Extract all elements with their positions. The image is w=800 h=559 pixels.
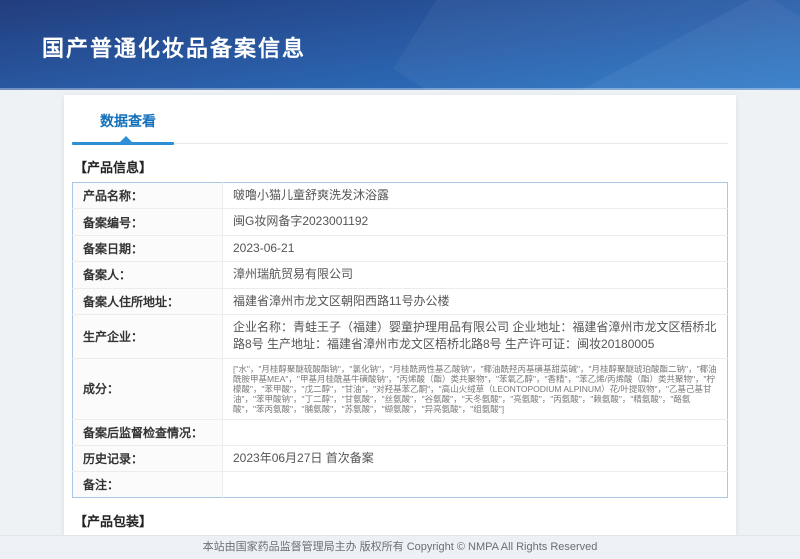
row-label: 备案日期： xyxy=(73,235,223,261)
row-label: 备案后监督检查情况： xyxy=(73,419,223,445)
row-label: 备案编号： xyxy=(73,209,223,235)
active-tab-underline xyxy=(72,142,174,145)
table-row-filer-address: 备案人住所地址： 福建省漳州市龙文区朝阳西路11号办公楼 xyxy=(73,288,728,314)
tab-data-view[interactable]: 数据查看 xyxy=(100,111,156,131)
row-label: 产品名称： xyxy=(73,183,223,209)
row-label: 成分： xyxy=(73,358,223,419)
table-row-filer: 备案人： 漳州瑞航贸易有限公司 xyxy=(73,262,728,288)
table-row-filing-date: 备案日期： 2023-06-21 xyxy=(73,235,728,261)
page-header-banner: 国产普通化妆品备案信息 xyxy=(0,0,800,90)
active-tab-caret-icon xyxy=(120,136,132,142)
row-value: 啵噜小猫儿童舒爽洗发沐浴露 xyxy=(223,183,728,209)
row-value: 闽G妆网备字2023001192 xyxy=(223,209,728,235)
row-label: 生产企业： xyxy=(73,314,223,358)
row-label: 备注： xyxy=(73,472,223,498)
table-row-manufacturer: 生产企业： 企业名称：青蛙王子（福建）婴童护理用品有限公司 企业地址：福建省漳州… xyxy=(73,314,728,358)
row-value: 2023年06月27日 首次备案 xyxy=(223,445,728,471)
page-title: 国产普通化妆品备案信息 xyxy=(42,31,306,63)
header-divider xyxy=(0,88,800,90)
row-value: 2023-06-21 xyxy=(223,235,728,261)
row-value xyxy=(223,472,728,498)
row-value xyxy=(223,419,728,445)
content-card: 数据查看 【产品信息】 产品名称： 啵噜小猫儿童舒爽洗发沐浴露 备案编号： 闽G… xyxy=(64,95,736,535)
row-value: 企业名称：青蛙王子（福建）婴童护理用品有限公司 企业地址：福建省漳州市龙文区梧桥… xyxy=(223,314,728,358)
footer-copyright-text: 本站由国家药品监督管理局主办 版权所有 Copyright © NMPA All… xyxy=(203,541,598,553)
table-row-post-filing-inspection: 备案后监督检查情况： xyxy=(73,419,728,445)
table-row-remarks: 备注： xyxy=(73,472,728,498)
product-info-section-title: 【产品信息】 xyxy=(74,157,728,176)
row-value: 漳州瑞航贸易有限公司 xyxy=(223,262,728,288)
main-area: 数据查看 【产品信息】 产品名称： 啵噜小猫儿童舒爽洗发沐浴露 备案编号： 闽G… xyxy=(0,90,800,535)
packaging-section-title: 【产品包装】 xyxy=(74,511,728,530)
row-label: 备案人： xyxy=(73,262,223,288)
table-row-history: 历史记录： 2023年06月27日 首次备案 xyxy=(73,445,728,471)
tab-bar: 数据查看 xyxy=(72,111,728,144)
table-row-ingredients: 成分： ["水"，"月桂醇聚醚硫酸酯钠"，"氯化钠"，"月桂酰两性基乙酸钠"，"… xyxy=(73,358,728,419)
page-footer: 本站由国家药品监督管理局主办 版权所有 Copyright © NMPA All… xyxy=(0,535,800,559)
table-row-product-name: 产品名称： 啵噜小猫儿童舒爽洗发沐浴露 xyxy=(73,183,728,209)
table-row-filing-number: 备案编号： 闽G妆网备字2023001192 xyxy=(73,209,728,235)
row-value: 福建省漳州市龙文区朝阳西路11号办公楼 xyxy=(223,288,728,314)
row-label: 历史记录： xyxy=(73,445,223,471)
row-label: 备案人住所地址： xyxy=(73,288,223,314)
page: 国产普通化妆品备案信息 数据查看 【产品信息】 产品名称： 啵噜小猫儿童舒爽洗发… xyxy=(0,0,800,559)
row-value: ["水"，"月桂醇聚醚硫酸酯钠"，"氯化钠"，"月桂酰两性基乙酸钠"，"椰油酰羟… xyxy=(223,358,728,419)
product-info-table: 产品名称： 啵噜小猫儿童舒爽洗发沐浴露 备案编号： 闽G妆网备字20230011… xyxy=(72,182,728,498)
